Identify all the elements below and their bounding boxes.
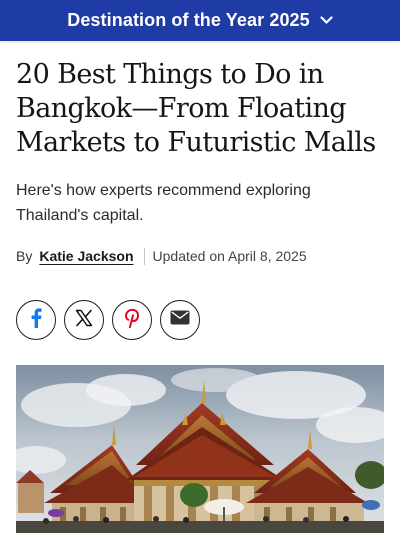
share-facebook-button[interactable]: [16, 300, 56, 340]
share-email-button[interactable]: [160, 300, 200, 340]
x-icon: [75, 309, 93, 332]
updated-date: Updated on April 8, 2025: [152, 248, 307, 264]
facebook-icon: [30, 307, 42, 333]
email-icon: [170, 310, 190, 330]
byline: By Katie Jackson Updated on April 8, 202…: [16, 246, 307, 266]
article-headline: 20 Best Things to Do in Bangkok—From Flo…: [16, 59, 376, 158]
share-x-button[interactable]: [64, 300, 104, 340]
temple-photo: [16, 365, 384, 533]
hero-image: [16, 365, 384, 533]
banner-label: Destination of the Year 2025: [67, 10, 310, 30]
share-pinterest-button[interactable]: [112, 300, 152, 340]
byline-prefix: By: [16, 248, 33, 264]
destination-banner[interactable]: Destination of the Year 2025: [0, 0, 400, 41]
article-dek: Here's how experts recommend exploring T…: [16, 182, 311, 224]
pinterest-icon: [124, 308, 140, 333]
byline-divider: [143, 247, 145, 265]
chevron-down-icon: [320, 16, 333, 25]
share-bar: [16, 300, 200, 340]
author-link[interactable]: Katie Jackson: [39, 248, 133, 264]
